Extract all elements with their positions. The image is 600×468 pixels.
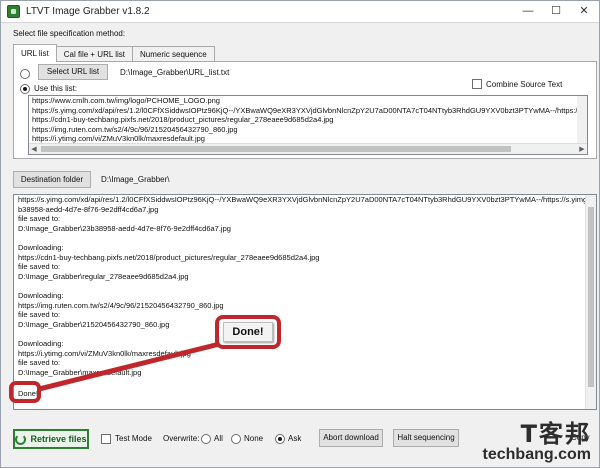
- url-list-vertical-scrollbar[interactable]: [577, 96, 587, 144]
- tab-cal-file-url-list[interactable]: Cal file + URL list: [55, 46, 133, 62]
- overwrite-ask-radio[interactable]: [275, 434, 285, 444]
- retrieve-files-button[interactable]: Retrieve files: [13, 429, 89, 449]
- radio-use-this-list[interactable]: [20, 84, 30, 94]
- done-popup-label[interactable]: Done!: [223, 322, 273, 342]
- url-line: https://www.cmlh.com.tw/img/logo/PCHOME_…: [32, 96, 220, 105]
- watermark-cn: T客邦: [520, 420, 591, 448]
- log-scroll-thumb[interactable]: [588, 207, 594, 387]
- url-line: https://s.yimg.com/xd/api/res/1.2/l0CFfX…: [32, 105, 587, 115]
- techbang-watermark-logo: T客邦 techbang.com: [483, 421, 591, 463]
- scroll-thumb[interactable]: [41, 146, 511, 152]
- overwrite-all-label: All: [214, 434, 223, 443]
- app-icon: [7, 5, 20, 18]
- minimize-button[interactable]: —: [519, 4, 537, 18]
- overwrite-label: Overwrite:: [163, 434, 200, 443]
- log-line: Downloading:: [18, 290, 64, 300]
- overwrite-all-radio[interactable]: [201, 434, 211, 444]
- combine-source-text-label: Combine Source Text: [486, 80, 563, 89]
- window-title: LTVT Image Grabber v1.8.2: [26, 6, 150, 17]
- destination-folder-button[interactable]: Destination folder: [13, 171, 91, 188]
- url-line: https://cdn1-buy-techbang.pixfs.net/2018…: [32, 115, 334, 124]
- log-line: file saved to:: [18, 262, 61, 272]
- halt-sequencing-button[interactable]: Halt sequencing: [393, 429, 459, 447]
- window-controls: — ☐ ✕: [519, 4, 593, 18]
- use-this-list-label: Use this list:: [34, 84, 78, 93]
- select-url-list-button[interactable]: Select URL list: [38, 64, 108, 80]
- destination-path: D:\Image_Grabber\: [101, 175, 170, 184]
- test-mode-label: Test Mode: [115, 434, 152, 443]
- scroll-left-icon[interactable]: ◀: [29, 144, 39, 154]
- overwrite-none-radio[interactable]: [231, 434, 241, 444]
- spec-method-label: Select file specification method:: [13, 29, 126, 38]
- url-list-panel: Select URL list D:\Image_Grabber\URL_lis…: [13, 61, 597, 159]
- app-window: LTVT Image Grabber v1.8.2 — ☐ ✕ Select f…: [0, 0, 600, 468]
- log-line: file saved to:: [18, 358, 61, 368]
- scroll-right-icon[interactable]: ▶: [577, 144, 587, 154]
- retrieve-files-label: Retrieve files: [30, 434, 87, 444]
- log-line: file saved to:: [18, 310, 61, 320]
- url-list-path: D:\Image_Grabber\URL_list.txt: [120, 68, 230, 77]
- radio-select-url-file[interactable]: [20, 69, 30, 79]
- log-line: D:\Image_Grabber\23b38958-aedd-4d7e-8f76…: [18, 223, 231, 233]
- done-highlight-ring: [9, 381, 41, 403]
- close-button[interactable]: ✕: [575, 4, 593, 18]
- overwrite-ask-label: Ask: [288, 434, 302, 443]
- log-line: https://cdn1-buy-techbang.pixfs.net/2018…: [18, 252, 320, 262]
- log-line: Downloading:: [18, 338, 64, 348]
- spec-tabs: URL list Cal file + URL list Numeric seq…: [13, 44, 215, 62]
- log-done-line: Done!: [18, 388, 39, 398]
- url-list-textarea[interactable]: https://www.cmlh.com.tw/img/logo/PCHOME_…: [28, 95, 588, 155]
- tab-numeric-sequence[interactable]: Numeric sequence: [132, 46, 215, 62]
- combine-source-text-checkbox[interactable]: [472, 79, 482, 89]
- refresh-icon: [15, 433, 27, 445]
- title-bar: LTVT Image Grabber v1.8.2 — ☐ ✕: [1, 1, 599, 23]
- log-line: D:\Image_Grabber\regular_278eaee9d685d2a…: [18, 271, 189, 281]
- log-vertical-scrollbar[interactable]: [585, 195, 596, 409]
- download-log[interactable]: https://s.yimg.com/xd/api/res/1.2/l0CFfX…: [13, 194, 597, 410]
- url-list-horizontal-scrollbar[interactable]: ◀ ▶: [29, 143, 587, 154]
- watermark-en: techbang.com: [482, 446, 591, 463]
- log-line: file saved to:: [18, 214, 61, 224]
- log-line: b38958-aedd-4d7e-8f76-9e2dff4cd6a7.jpg: [18, 204, 159, 214]
- log-line: https://s.yimg.com/xd/api/res/1.2/l0CFfX…: [18, 195, 596, 204]
- test-mode-checkbox[interactable]: [101, 434, 111, 444]
- log-line: https://img.ruten.com.tw/s2/4/9c/96/2152…: [18, 300, 224, 310]
- log-line: D:\Image_Grabber\21520456432790_860.jpg: [18, 319, 170, 329]
- tab-url-list[interactable]: URL list: [13, 44, 57, 62]
- abort-download-button[interactable]: Abort download: [319, 429, 383, 447]
- log-line: Downloading:: [18, 242, 64, 252]
- overwrite-none-label: None: [244, 434, 264, 443]
- done-popup: Done!: [215, 315, 281, 349]
- maximize-button[interactable]: ☐: [547, 4, 565, 18]
- url-line: https://img.ruten.com.tw/s2/4/9c/96/2152…: [32, 124, 238, 134]
- log-line: https://i.ytimg.com/vi/ZMuV3kn0lk/maxres…: [18, 348, 191, 358]
